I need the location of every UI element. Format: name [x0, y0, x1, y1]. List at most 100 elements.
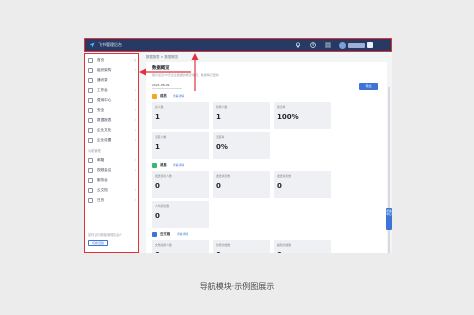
sidebar-item-workbench[interactable]: 工作台 › [88, 87, 137, 95]
stat-card[interactable]: 发送消息数 0 [274, 171, 331, 198]
stat-label: 活跃人数 [155, 135, 167, 139]
stat-card[interactable]: 发送消息人数 0 [152, 171, 209, 198]
avatar[interactable] [339, 42, 346, 49]
culture-icon [88, 128, 93, 133]
stat-label: 新增人数 [216, 105, 228, 109]
user-icon[interactable] [367, 42, 373, 48]
stat-value: 0 [277, 251, 282, 253]
shield-icon [88, 108, 93, 113]
stat-card[interactable]: 人均消息数 0 [152, 201, 209, 228]
stat-value: 0 [277, 182, 282, 190]
stat-value: 0 [216, 251, 221, 253]
annotation-arrow-left [139, 68, 191, 76]
helpdesk-icon [88, 178, 93, 183]
stat-card[interactable]: 活跃率 0% [213, 132, 270, 159]
sidebar-item-contacts[interactable]: 通讯录 [88, 77, 137, 85]
feishu-logo-icon [89, 42, 95, 48]
chevron-right-icon: › [134, 118, 136, 122]
overview-panel: 数据概览 展示最近30天企业数据的概览情况，数据每日更新 2021-08-09 … [146, 62, 390, 253]
calendar-icon [88, 198, 93, 203]
breadcrumb[interactable]: 数据报表 > 数据概览 [146, 55, 178, 60]
sidebar-item-label: 企业文化 [97, 128, 112, 132]
sidebar-item-culture[interactable]: 企业文化 › [88, 127, 137, 135]
stat-label: 总人数 [155, 105, 164, 109]
stat-label: 发送消息数 [216, 174, 230, 178]
stat-label: 文档使用人数 [155, 243, 172, 247]
sidebar-item-security[interactable]: 安全 › [88, 107, 137, 115]
docs-section-icon [152, 232, 157, 237]
sidebar-item-home[interactable]: 首页 ◁ [88, 57, 137, 65]
sidebar: 首页 ◁ 组织架构 › 通讯录 工作台 › 费用中心 › 安全 › 数据报表 ›… [84, 53, 139, 253]
figure-caption: 导航模块·示例图展示 [199, 282, 275, 291]
sidebar-item-mail[interactable]: 邮箱 › [88, 157, 137, 165]
stat-label: 发送消息人数 [155, 174, 172, 178]
stat-value: 0% [216, 143, 228, 151]
user-name-block[interactable] [348, 43, 365, 48]
sidebar-item-docs[interactable]: 云文档 › [88, 187, 137, 195]
members-icon [152, 94, 157, 99]
chevron-right-icon: › [134, 188, 136, 192]
chevron-right-icon: › [134, 68, 136, 72]
sidebar-item-settings[interactable]: 企业设置 › [88, 137, 137, 145]
stat-label: 发送消息数 [277, 174, 291, 178]
sidebar-item-org[interactable]: 组织架构 › [88, 67, 137, 75]
docs-detail-link[interactable]: 查看详情 [177, 232, 188, 237]
help-icon[interactable] [310, 42, 316, 48]
stat-value: 1 [155, 143, 160, 151]
report-icon [88, 118, 93, 123]
stat-label: 编辑文档数 [277, 243, 291, 247]
stat-card[interactable]: 新增人数 1 [213, 102, 270, 129]
chevron-right-icon: › [134, 138, 136, 142]
help-center-float-button[interactable]: 帮助中心 [386, 208, 392, 230]
docs-icon [88, 188, 93, 193]
section-title-messages: 消息 [160, 163, 167, 167]
section-title-docs: 云文档 [160, 232, 171, 236]
sidebar-item-label: 安全 [97, 108, 105, 112]
mail-icon [88, 158, 93, 163]
admin-console-window: 飞书管理后台 首页 ◁ 组织架构 › 通讯录 工作台 › 费用中心 › 安全 ›… [84, 38, 392, 253]
sidebar-item-label: 首页 [97, 58, 105, 62]
chevron-right-icon: › [134, 168, 136, 172]
stat-label: 激活率 [277, 105, 286, 109]
workbench-icon [88, 88, 93, 93]
sidebar-item-label: 云文档 [97, 188, 108, 192]
home-icon [88, 58, 93, 63]
stat-card[interactable]: 编辑文档数 0 [274, 240, 331, 253]
sidebar-item-billing[interactable]: 费用中心 › [88, 97, 137, 105]
stat-value: 0 [155, 251, 160, 253]
messages-detail-link[interactable]: 查看详情 [173, 163, 184, 168]
sidebar-item-label: 费用中心 [97, 98, 112, 102]
sidebar-item-video[interactable]: 视频会议 › [88, 167, 137, 175]
apps-grid-icon[interactable] [325, 42, 331, 48]
stat-label: 人均消息数 [155, 204, 169, 208]
sidebar-item-label: 企业设置 [97, 138, 112, 142]
new-console-help-link[interactable]: 如何访问新版管理后台? [88, 233, 122, 237]
stat-card[interactable]: 新增文档数 0 [213, 240, 270, 253]
sidebar-item-label: 数据报表 [97, 118, 112, 122]
stat-card[interactable]: 文档使用人数 0 [152, 240, 209, 253]
chevron-right-icon: › [134, 108, 136, 112]
stat-label: 新增文档数 [216, 243, 230, 247]
stat-card[interactable]: 发送消息数 0 [213, 171, 270, 198]
stat-value: 1 [155, 113, 160, 121]
sidebar-item-calendar[interactable]: 日历 › [88, 197, 137, 205]
collapse-icon[interactable]: ◁ [133, 58, 136, 63]
export-button[interactable]: 导出 [359, 83, 378, 90]
stat-card[interactable]: 活跃人数 1 [152, 132, 209, 159]
sidebar-item-label: 邮箱 [97, 158, 105, 162]
date-picker[interactable]: 2021-08-09 [152, 83, 169, 87]
stat-card[interactable]: 总人数 1 [152, 102, 209, 129]
sidebar-item-helpdesk[interactable]: 服务台 [88, 177, 137, 185]
stat-card[interactable]: 激活率 100% [274, 102, 331, 129]
location-icon[interactable] [295, 42, 301, 48]
chevron-right-icon: › [134, 158, 136, 162]
chevron-right-icon: › [134, 128, 136, 132]
stat-value: 0 [155, 182, 160, 190]
stat-value: 100% [277, 113, 299, 121]
members-detail-link[interactable]: 查看详情 [173, 94, 184, 99]
switch-version-button[interactable]: 切换旧版 [88, 240, 108, 246]
billing-icon [88, 98, 93, 103]
sidebar-item-reports[interactable]: 数据报表 › [88, 117, 137, 125]
sidebar-item-label: 工作台 [97, 88, 108, 92]
messages-icon [152, 163, 157, 168]
